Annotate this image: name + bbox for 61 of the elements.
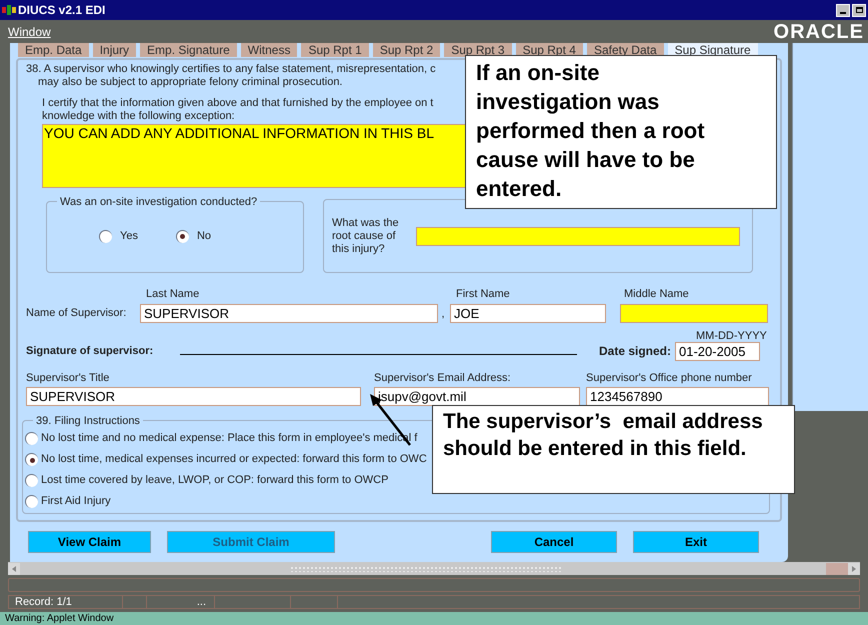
action-button[interactable]: Cancel xyxy=(491,531,617,553)
group-legend: Was an on-site investigation conducted? xyxy=(57,194,260,210)
tab[interactable]: Injury xyxy=(92,43,136,57)
radio-label: No lost time, medical expenses incurred or expected: forward this form to OWC xyxy=(41,452,427,468)
action-button[interactable]: Exit xyxy=(633,531,759,553)
radio-button[interactable] xyxy=(176,230,189,243)
horizontal-scrollbar[interactable] xyxy=(8,562,860,575)
date-label: Date signed: xyxy=(598,343,671,360)
tab[interactable]: Sup Rpt 2 xyxy=(372,43,440,57)
radio-label: First Aid Injury xyxy=(41,494,111,510)
restore-button[interactable] xyxy=(852,4,866,16)
phone-field[interactable]: 1234567890 xyxy=(586,387,769,406)
status-field: ... xyxy=(147,596,215,608)
tab[interactable]: Emp. Data xyxy=(18,43,89,57)
radio-button[interactable] xyxy=(25,453,38,466)
callout-tooltip: If an on-site investigation was performed then a root cause will have to be entered. xyxy=(465,55,777,209)
tab[interactable]: Witness xyxy=(240,43,298,57)
root-cause-field[interactable] xyxy=(416,226,740,246)
field-label: Name of Supervisor: xyxy=(26,306,128,321)
warning-text: Warning: Applet Window xyxy=(5,612,114,624)
radio-label: Yes xyxy=(120,229,138,244)
certify-text: I certify that the information given above and that furnished by the employee on t xyxy=(42,97,434,110)
tab[interactable]: Emp. Signature xyxy=(140,43,237,57)
title-field[interactable]: SUPERVISOR xyxy=(26,387,361,406)
email-field[interactable]: jsupv@govt.mil xyxy=(374,387,580,406)
action-button[interactable]: View Claim xyxy=(28,531,151,553)
window-title: DIUCS v2.1 EDI xyxy=(18,2,106,19)
field-label: Supervisor's Email Address: xyxy=(374,370,512,386)
date-format-hint: MM-DD-YYYY xyxy=(696,330,768,342)
last-name-field[interactable]: SUPERVISOR xyxy=(140,304,438,322)
certify-text: knowledge with the following exception: xyxy=(42,110,235,123)
app-icon xyxy=(2,4,16,16)
tab[interactable]: Sup Rpt 3 xyxy=(444,43,512,57)
scroll-left-icon[interactable] xyxy=(8,562,20,574)
date-field[interactable]: 01-20-2005 xyxy=(675,342,760,360)
tab[interactable]: Sup Rpt 1 xyxy=(301,43,369,57)
statement-text: may also be subject to appropriate felony criminal prosecution. xyxy=(38,76,342,89)
field-label: Last Name xyxy=(146,287,200,302)
oracle-logo: ORACLE xyxy=(774,20,864,44)
field-label: Supervisor's Title xyxy=(26,370,110,386)
statement-text: 38. A supervisor who knowingly certifies to any false statement, misrepresentation, c xyxy=(26,63,436,76)
field-label: Supervisor's Office phone number xyxy=(586,370,752,386)
minimize-button[interactable] xyxy=(836,4,850,16)
field-label: Middle Name xyxy=(624,287,689,302)
radio-button[interactable] xyxy=(25,474,38,487)
radio-label: Lost time covered by leave, LWOP, or COP: forward this form to OWCP xyxy=(41,473,388,488)
separator-text: , xyxy=(440,307,446,322)
callout-tooltip: The supervisor’s email address should be entered in this field. xyxy=(432,405,795,494)
menu-item[interactable]: Window xyxy=(8,22,51,40)
middle-name-field[interactable] xyxy=(620,304,768,322)
record-count: Record: 1/1 xyxy=(9,596,123,608)
scroll-right-icon[interactable] xyxy=(848,562,860,574)
radio-button[interactable] xyxy=(99,230,112,243)
root-cause-label: What was the root cause of this injury? xyxy=(332,216,400,256)
radio-label: No xyxy=(196,229,212,244)
signature-label: Signature of supervisor: xyxy=(26,344,154,359)
radio-button[interactable] xyxy=(25,432,38,445)
field-label: First Name xyxy=(456,287,511,302)
first-name-field[interactable]: JOE xyxy=(450,304,606,322)
group-legend: 39. Filing Instructions xyxy=(33,413,143,430)
radio-button[interactable] xyxy=(25,495,38,508)
